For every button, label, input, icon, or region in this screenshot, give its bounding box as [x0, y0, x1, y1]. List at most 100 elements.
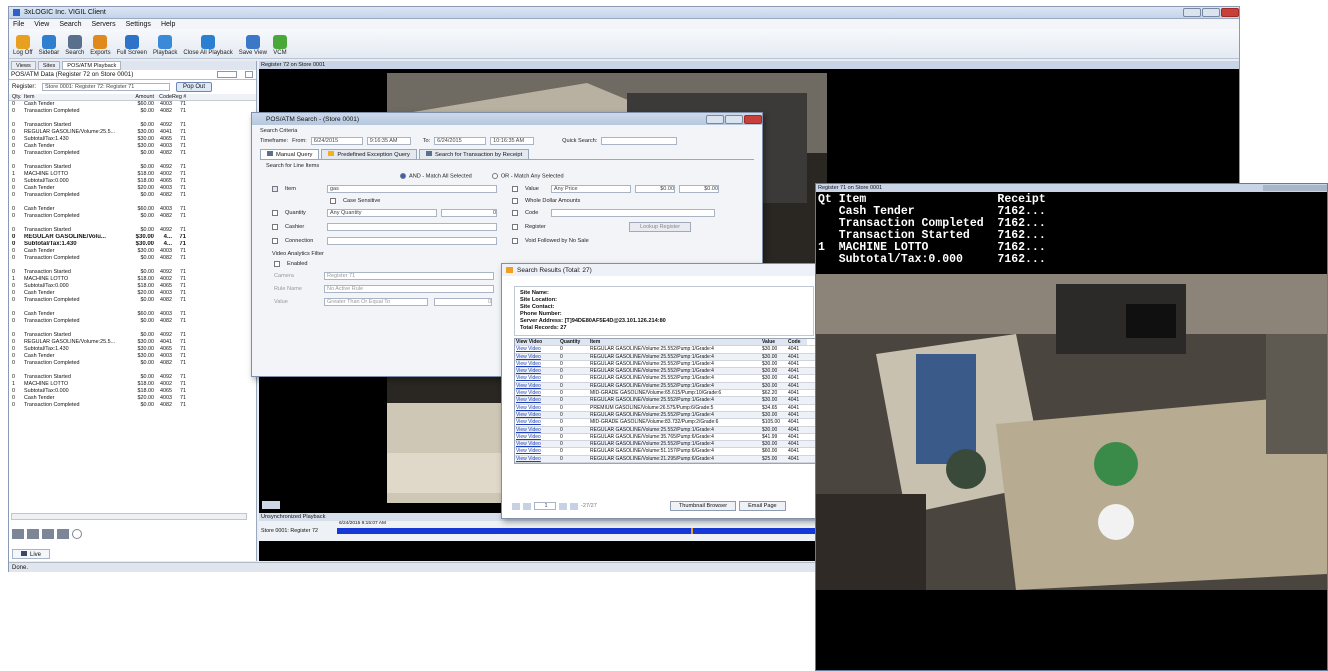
pos-row[interactable]: 0 Subtotal/Tax:0.000 $18.00 4065 71: [12, 178, 256, 185]
view-video-link[interactable]: View Video: [515, 383, 559, 389]
pos-row[interactable]: [12, 220, 256, 227]
camera-feed-register71[interactable]: [816, 274, 1327, 590]
exports-button[interactable]: Exports: [90, 35, 111, 56]
pos-row[interactable]: 0 Cash Tender $60.00 4003 71: [12, 311, 256, 318]
pos-row[interactable]: 0 Subtotal/Tax:1.430 $30.00 4... 71: [12, 241, 256, 248]
pos-row[interactable]: 0 Transaction Completed $0.00 4082 71: [12, 255, 256, 262]
quantity-input[interactable]: 0: [441, 209, 497, 218]
left-tab-sites[interactable]: Sites: [37, 61, 61, 70]
pos-row[interactable]: 0 Transaction Completed $0.00 4082 71: [12, 213, 256, 220]
left-tab-views[interactable]: Views: [11, 61, 36, 70]
pos-row[interactable]: 0 REGULAR GASOLINE/Volume:25.5... $30.00 40…: [12, 129, 256, 136]
connection-input[interactable]: [327, 237, 497, 246]
last-page-button[interactable]: [570, 502, 578, 510]
close-button[interactable]: [1221, 8, 1239, 17]
from-date-picker[interactable]: 6/24/2015: [310, 137, 363, 145]
pos-row[interactable]: 0 Cash Tender $20.00 4003 71: [12, 290, 256, 297]
value-to-input[interactable]: $0.00: [679, 185, 719, 194]
results-column-header[interactable]: Code: [787, 339, 807, 346]
lookup-register-button[interactable]: Lookup Register: [629, 222, 692, 233]
view-video-link[interactable]: View Video: [515, 434, 559, 440]
register-select[interactable]: Store 0001: Register 72: Register 71: [42, 83, 171, 91]
log-off-button[interactable]: Log Off: [13, 35, 33, 56]
view-video-link[interactable]: View Video: [515, 397, 559, 403]
to-date-picker[interactable]: 6/24/2015: [434, 137, 487, 145]
results-row[interactable]: View Video 0 REGULAR GASOLINE/Volume:21.29…: [515, 455, 819, 464]
pos-row[interactable]: 0 Transaction Completed $0.00 4082 71: [12, 150, 256, 157]
results-column-header[interactable]: Item: [589, 339, 761, 346]
rule-select[interactable]: No Active Rule: [324, 285, 494, 294]
from-time-picker[interactable]: 9:16:35 AM: [366, 137, 411, 145]
case-sensitive-checkbox[interactable]: [330, 198, 336, 205]
pos-row[interactable]: 0 Transaction Started $0.00 4092 71: [12, 332, 256, 339]
view-video-link[interactable]: View Video: [515, 419, 559, 425]
results-row[interactable]: View Video 0 REGULAR GASOLINE/Volume:25.55…: [515, 426, 819, 434]
va-value-input[interactable]: 0: [434, 298, 492, 307]
page-input[interactable]: 1: [534, 502, 556, 510]
dialog-minimize-button[interactable]: [706, 114, 724, 124]
pos-row[interactable]: 0 Transaction Started $0.00 4092 71: [12, 164, 256, 171]
view-video-link[interactable]: View Video: [515, 456, 559, 462]
menu-item-servers[interactable]: Servers: [92, 21, 116, 28]
item-input[interactable]: gas: [327, 185, 497, 194]
results-row[interactable]: View Video 0 REGULAR GASOLINE/Volume:25.55…: [515, 368, 819, 376]
pos-row[interactable]: 0 Transaction Completed $0.00 4082 71: [12, 402, 256, 409]
pos-column-header[interactable]: Amount: [132, 94, 154, 100]
query-tab-1[interactable]: Predefined Exception Query: [321, 149, 417, 159]
cashier-input[interactable]: [327, 223, 497, 232]
connection-checkbox[interactable]: [272, 238, 278, 245]
or-option[interactable]: OR - Match Any Selected: [491, 173, 564, 179]
pos-row[interactable]: [12, 262, 256, 269]
timeline-bar[interactable]: [337, 528, 829, 534]
pos-row[interactable]: [12, 304, 256, 311]
view-video-link[interactable]: View Video: [515, 390, 559, 396]
item-checkbox[interactable]: [272, 186, 278, 193]
menu-item-search[interactable]: Search: [59, 21, 81, 28]
va-operator-select[interactable]: Greater Than Or Equal To: [324, 298, 428, 307]
sidebar-button[interactable]: Sidebar: [39, 35, 59, 56]
camera-select[interactable]: Register 71: [324, 272, 494, 281]
full-screen-button[interactable]: Full Screen: [117, 35, 147, 56]
thumbnail-browser-button[interactable]: Thumbnail Browser: [669, 501, 737, 511]
camera-nav-left[interactable]: [262, 501, 280, 509]
register71-controls[interactable]: [1263, 185, 1327, 191]
pos-row[interactable]: [12, 325, 256, 332]
left-hscroll[interactable]: [11, 513, 247, 520]
pos-row[interactable]: 0 Cash Tender $60.00 4003 71: [12, 101, 256, 108]
results-row[interactable]: View Video 0 REGULAR GASOLINE/Volume:51.15…: [515, 448, 819, 456]
results-row[interactable]: View Video 0 MID-GRADE GASOLINE/Volume:83.…: [515, 419, 819, 427]
popout-button[interactable]: Pop Out: [176, 82, 213, 92]
and-radio[interactable]: [400, 173, 406, 179]
code-select[interactable]: [551, 209, 715, 218]
pos-column-header[interactable]: Item: [24, 94, 132, 100]
query-tab-0[interactable]: Manual Query: [260, 149, 320, 159]
pos-column-header[interactable]: Qty.: [12, 94, 24, 100]
pos-row[interactable]: 1 MACHINE LOTTO $18.00 4002 71: [12, 171, 256, 178]
pos-row[interactable]: 0 Transaction Completed $0.00 4082 71: [12, 318, 256, 325]
view-video-link[interactable]: View Video: [515, 448, 559, 454]
menu-item-view[interactable]: View: [34, 21, 49, 28]
view-video-link[interactable]: View Video: [515, 346, 559, 352]
next-page-button[interactable]: [559, 502, 567, 510]
view-video-link[interactable]: View Video: [515, 412, 559, 418]
pos-row[interactable]: 1 MACHINE LOTTO $18.00 4002 71: [12, 276, 256, 283]
pos-row[interactable]: 0 Transaction Started $0.00 4092 71: [12, 269, 256, 276]
playback-button[interactable]: Playback: [153, 35, 177, 56]
pos-row[interactable]: 0 Cash Tender $20.00 4003 71: [12, 185, 256, 192]
pos-column-header[interactable]: Code: [154, 94, 172, 100]
results-column-header[interactable]: Quantity: [559, 339, 589, 346]
quick-search-select[interactable]: [601, 137, 678, 145]
menu-item-help[interactable]: Help: [161, 21, 175, 28]
pos-row[interactable]: 0 Transaction Started $0.00 4092 71: [12, 374, 256, 381]
to-time-picker[interactable]: 10:16:35 AM: [490, 137, 535, 145]
view-video-link[interactable]: View Video: [515, 441, 559, 447]
menu-item-file[interactable]: File: [13, 21, 24, 28]
pos-row[interactable]: 0 Cash Tender $60.00 4003 71: [12, 206, 256, 213]
pos-row[interactable]: [12, 199, 256, 206]
results-row[interactable]: View Video 0 REGULAR GASOLINE/Volume:25.55…: [515, 360, 819, 369]
pos-row[interactable]: 0 Subtotal/Tax:1.430 $30.00 4065 71: [12, 346, 256, 353]
pos-row[interactable]: 0 Subtotal/Tax:0.000 $18.00 4065 71: [12, 283, 256, 290]
and-option[interactable]: AND - Match All Selected: [400, 173, 472, 179]
pos-row[interactable]: 1 MACHINE LOTTO $18.00 4002 71: [12, 381, 256, 388]
dialog-maximize-button[interactable]: [725, 114, 743, 124]
